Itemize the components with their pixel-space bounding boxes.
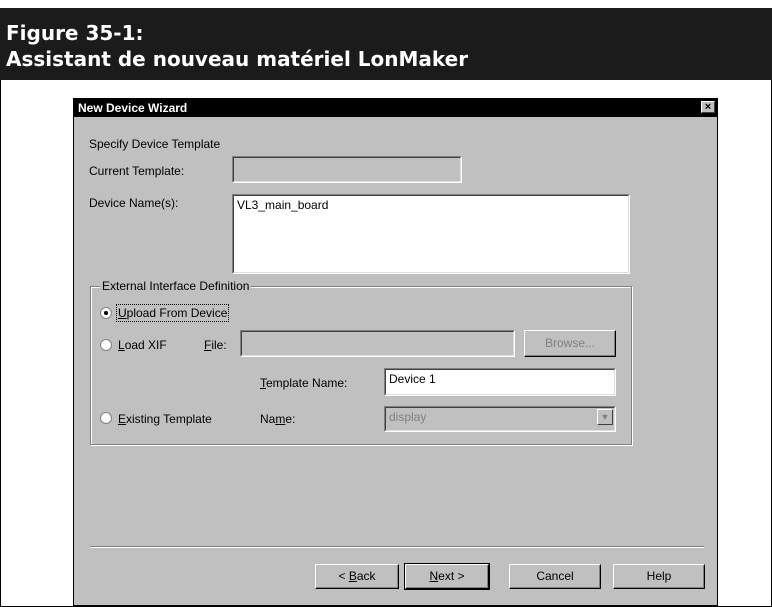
template-name-dropdown[interactable]: display ▼ [384,406,616,432]
cancel-button[interactable]: Cancel [509,564,601,589]
browse-button[interactable]: Browse... [524,330,616,357]
figure-title: Assistant de nouveau matériel LonMaker [6,47,469,71]
next-button[interactable]: Next > [404,563,490,590]
existing-template-radio[interactable] [100,412,112,424]
external-interface-caption: External Interface Definition [100,279,252,293]
dialog-title: New Device Wizard [78,101,188,115]
cancel-label: Cancel [536,569,574,583]
load-xif-radio[interactable] [100,339,112,351]
button-separator [90,546,704,548]
close-icon: × [704,101,712,113]
close-button[interactable]: × [701,101,715,113]
next-label: Next > [429,569,465,583]
figure-caption-bar: Figure 35-1: Assistant de nouveau matéri… [0,8,772,80]
chevron-down-icon[interactable]: ▼ [597,409,613,425]
upload-from-device-radio[interactable] [100,307,112,319]
template-name-input[interactable]: Device 1 [384,368,616,396]
name-label: Name: [260,412,296,426]
device-names-label: Device Name(s): [89,196,179,210]
title-bar[interactable]: New Device Wizard × [74,99,717,117]
back-label: < Back [338,569,376,583]
file-label: File: [204,338,227,352]
upload-from-device-label[interactable]: Upload From Device [115,304,230,322]
back-button[interactable]: < Back [315,564,399,589]
help-button[interactable]: Help [613,564,705,589]
new-device-wizard-dialog: New Device Wizard × Specify Device Templ… [73,98,718,606]
file-path-field [240,330,515,357]
existing-template-label[interactable]: Existing Template [118,412,212,426]
device-names-textarea[interactable]: VL3_main_board [232,194,630,274]
help-label: Help [646,569,672,583]
section-title: Specify Device Template [89,137,221,151]
template-name-label: Template Name: [260,376,348,390]
figure-number: Figure 35-1: [6,21,144,45]
browse-label: Browse... [544,336,595,350]
load-xif-label[interactable]: Load XIF [118,338,167,352]
current-template-label: Current Template: [89,164,185,178]
current-template-field [232,156,462,183]
